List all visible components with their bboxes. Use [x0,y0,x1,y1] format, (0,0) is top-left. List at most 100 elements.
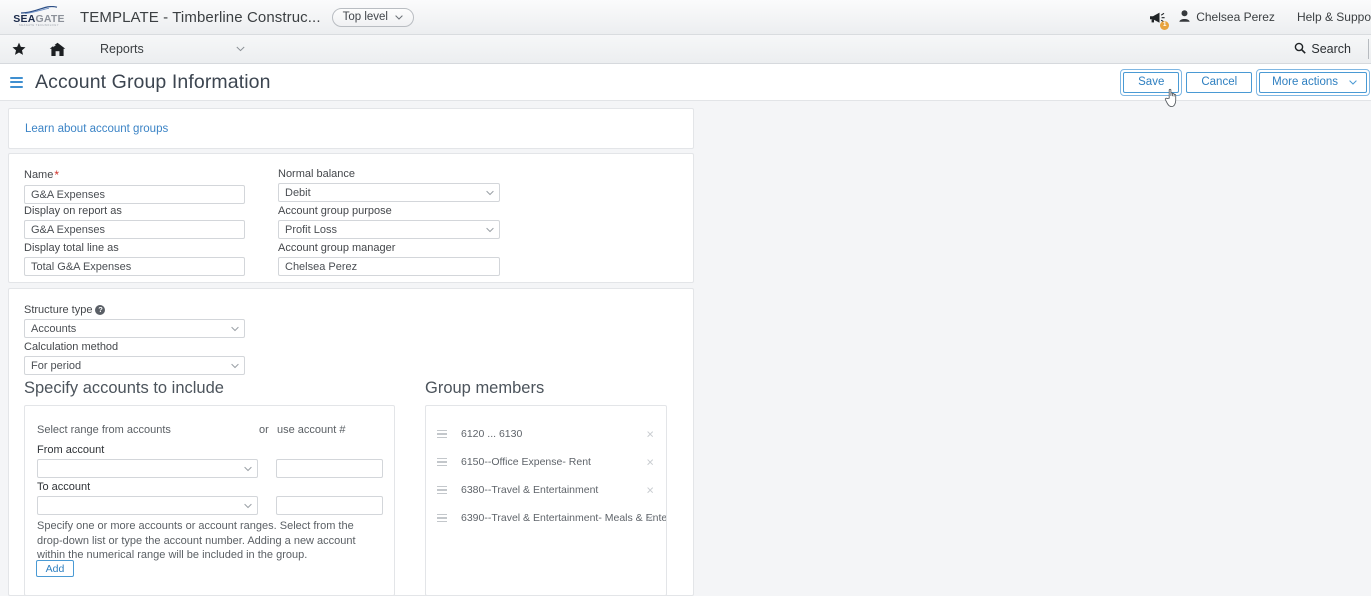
account-group-fields-card: Name* G&A Expenses Display on report as … [8,153,694,283]
chevron-down-icon [1349,76,1357,88]
home-icon[interactable] [42,42,72,57]
top-bar-right: 1 Chelsea Perez Help & Suppo [1143,0,1371,34]
close-icon[interactable]: × [646,512,654,525]
logo-tagline: SEAGATE TECHNOLOGY [19,24,59,28]
field-display-total-line-as: Display total line as Total G&A Expenses [24,242,245,276]
required-asterisk: * [54,168,60,182]
list-item[interactable]: 6120 ... 6130 × [426,420,666,448]
drag-handle-icon[interactable] [437,513,447,523]
nav-divider [1368,39,1369,59]
field-name: Name* G&A Expenses [24,168,245,204]
to-account-select[interactable] [37,496,258,515]
page-title: Account Group Information [35,70,271,93]
seagate-logo[interactable]: SEA GATE SEAGATE TECHNOLOGY [8,5,70,28]
drag-handle-icon[interactable] [437,429,447,439]
global-search-button[interactable]: Search [1294,42,1351,57]
save-button-wrapper: Save [1120,68,1183,96]
more-actions-label: More actions [1272,76,1338,88]
specify-accounts-heading: Specify accounts to include [24,379,224,397]
field-structure-type-label: Structure type? [24,304,245,316]
user-icon [1179,9,1190,25]
top-bar: SEA GATE SEAGATE TECHNOLOGY TEMPLATE - Ti… [0,0,1371,35]
more-actions-button[interactable]: More actions [1259,71,1367,93]
cancel-button[interactable]: Cancel [1186,71,1253,93]
application-window: SEA GATE SEAGATE TECHNOLOGY TEMPLATE - Ti… [0,0,1371,596]
list-item[interactable]: 6390--Travel & Entertainment- Meals & En… [426,504,666,532]
structure-type-value: Accounts [31,322,77,335]
list-item-label: 6380--Travel & Entertainment [461,484,599,496]
list-item-label: 6390--Travel & Entertainment- Meals & En… [461,512,667,524]
display-on-report-as-input[interactable]: G&A Expenses [24,220,245,239]
close-icon[interactable]: × [646,484,654,497]
field-account-group-purpose: Account group purpose Profit Loss [278,205,500,239]
app-title: TEMPLATE - Timberline Construc... [80,8,321,26]
field-normal-balance-label: Normal balance [278,168,356,180]
field-name-label: Name* [24,168,60,182]
help-circle-icon[interactable]: ? [95,304,106,315]
normal-balance-select[interactable]: Debit [278,183,500,202]
field-account-group-manager-label: Account group manager [278,242,396,254]
account-group-manager-input[interactable]: Chelsea Perez [278,257,500,276]
accounts-hint-text: Specify one or more accounts or account … [37,520,356,561]
megaphone-icon[interactable]: 1 [1143,11,1171,30]
group-members-panel: 6120 ... 6130 × 6150--Office Expense- Re… [425,405,667,596]
nav-item-reports[interactable]: Reports [100,42,144,56]
close-icon[interactable]: × [646,456,654,469]
chevron-down-icon [395,11,403,23]
field-display-on-report-as: Display on report as G&A Expenses [24,205,245,239]
chevron-down-icon[interactable] [236,46,245,52]
field-normal-balance: Normal balance Debit [278,168,500,202]
more-actions-wrapper: More actions [1256,68,1370,96]
or-label: or [259,424,269,436]
structure-type-select[interactable]: Accounts [24,319,245,338]
to-account-label: To account [37,481,91,493]
group-members-heading: Group members [425,379,545,397]
user-menu[interactable]: Chelsea Perez [1179,9,1275,25]
help-support-link[interactable]: Help & Suppo [1297,10,1371,24]
field-display-total-line-as-label: Display total line as [24,242,119,254]
user-name: Chelsea Perez [1196,10,1275,24]
list-item[interactable]: 6150--Office Expense- Rent × [426,448,666,476]
list-icon[interactable] [10,76,23,88]
page-header: Account Group Information Save Cancel Mo… [0,64,1371,101]
display-total-line-as-input[interactable]: Total G&A Expenses [24,257,245,276]
chevron-down-icon [231,363,239,368]
to-account-number-input[interactable] [276,496,383,515]
chevron-down-icon [231,326,239,331]
chevron-down-icon [244,503,252,508]
field-display-on-report-as-label: Display on report as [24,205,122,217]
search-icon [1294,42,1307,57]
select-range-label: Select range from accounts [37,424,171,436]
entity-selector[interactable]: Top level [331,7,414,27]
list-item-label: 6120 ... 6130 [461,428,523,440]
chevron-down-icon [486,190,494,195]
account-group-purpose-select[interactable]: Profit Loss [278,220,500,239]
from-account-select[interactable] [37,459,258,478]
save-button[interactable]: Save [1123,71,1180,93]
favorites-star-icon[interactable] [4,42,34,56]
field-calculation-method: Calculation method For period [24,341,245,375]
specify-accounts-panel: Select range from accounts or use accoun… [24,405,395,596]
field-account-group-purpose-label: Account group purpose [278,205,392,217]
list-item[interactable]: 6380--Travel & Entertainment × [426,476,666,504]
chevron-down-icon [486,227,494,232]
close-icon[interactable]: × [646,428,654,441]
megaphone-badge: 1 [1160,20,1170,30]
learn-card: Learn about account groups [8,108,694,149]
seagate-swoosh-icon [19,5,59,14]
account-group-purpose-value: Profit Loss [285,223,337,236]
field-structure-type: Structure type? Accounts [24,304,245,338]
calculation-method-value: For period [31,359,82,372]
learn-about-account-groups-link[interactable]: Learn about account groups [25,123,168,135]
from-account-number-input[interactable] [276,459,383,478]
chevron-down-icon [244,466,252,471]
calculation-method-select[interactable]: For period [24,356,245,375]
normal-balance-value: Debit [285,186,311,199]
drag-handle-icon[interactable] [437,485,447,495]
add-account-range-button[interactable]: Add [36,560,74,577]
use-account-number-label: use account # [277,424,346,436]
drag-handle-icon[interactable] [437,457,447,467]
name-input[interactable]: G&A Expenses [24,185,245,204]
entity-selector-label: Top level [342,11,388,23]
field-calculation-method-label: Calculation method [24,341,119,353]
